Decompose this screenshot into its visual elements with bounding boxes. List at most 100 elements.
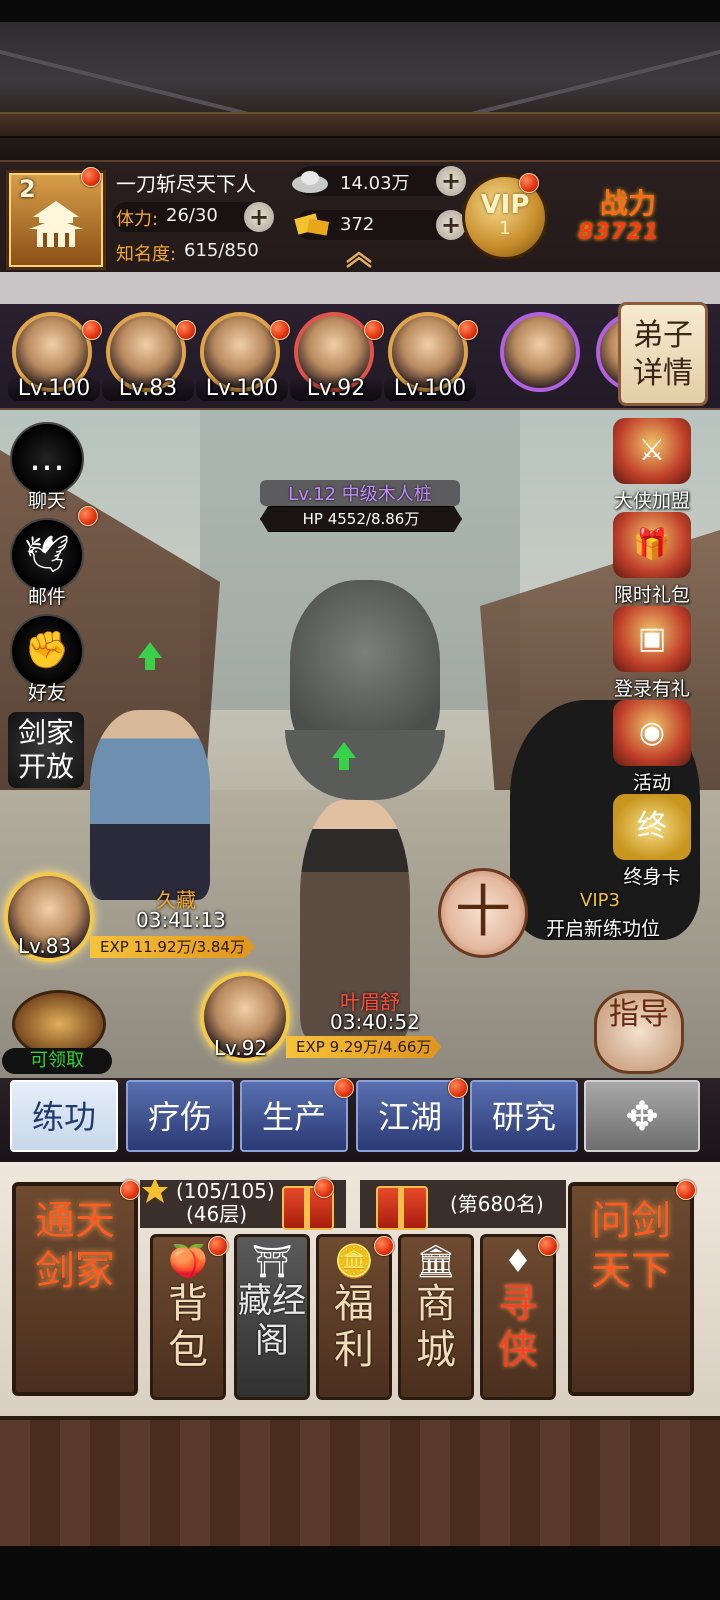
tab-more[interactable]: ✥	[584, 1080, 700, 1152]
gift-pack-icon: 🎁	[613, 512, 691, 578]
disciple-level: Lv.92	[290, 376, 382, 401]
notification-dot	[208, 1236, 228, 1256]
cultivator-level: Lv.83	[18, 934, 72, 958]
disciple-row: Lv.100 Lv.83 Lv.100 Lv.92 Lv.100	[0, 304, 720, 410]
friends-button[interactable]: ✊ 好友	[8, 614, 86, 705]
lantern-icon: ◉	[613, 700, 691, 766]
mail-button[interactable]: 🕊 邮件	[8, 518, 86, 609]
claim-reward-button[interactable]: 可领取	[2, 1048, 112, 1074]
cultivator-exp-bar: EXP 11.92万/3.84万	[90, 936, 255, 958]
chevron-up-icon[interactable]	[344, 250, 374, 268]
cultivator-timer: 03:41:13	[136, 908, 226, 932]
bottom-bar	[0, 1546, 720, 1600]
disciple-portrait	[500, 312, 580, 392]
lifetime-card-label: 终身卡	[623, 866, 681, 888]
vip-badge[interactable]: VIP 1	[462, 173, 548, 260]
welfare-button[interactable]: 🪙 福利	[316, 1234, 392, 1400]
player-name: 一刀斩尽天下人	[116, 172, 256, 196]
player-header: 2 一刀斩尽天下人 体力: 26/30 + 知名度: 615/850 14.03…	[0, 160, 720, 274]
temple-roof-decoration	[0, 0, 720, 160]
dove-mail-icon: 🕊	[10, 518, 84, 592]
notification-dot	[334, 1078, 354, 1098]
silver-plus-button[interactable]: +	[436, 166, 466, 196]
stamina-label: 体力:	[116, 209, 159, 230]
ask-sword-world-button[interactable]: 问剑天下	[568, 1182, 694, 1396]
mail-label: 邮件	[27, 586, 66, 608]
combat-power-value: 83721	[578, 220, 660, 245]
disciple-slot-2[interactable]: Lv.83	[102, 312, 196, 404]
main-tab-bar: 练功 疗伤 生产 江湖 研究 ✥	[0, 1078, 720, 1162]
divider-bar	[0, 272, 720, 304]
scripture-pavilion-button[interactable]: ⛩ 藏经阁	[234, 1234, 310, 1400]
activity-button[interactable]: ◉ 活动	[604, 700, 700, 795]
shop-icon: 🏛	[415, 1242, 457, 1280]
player-rank-badge[interactable]: 2	[6, 167, 106, 270]
chat-button[interactable]: … 聊天	[8, 422, 86, 513]
combat-power-label: 战力	[600, 187, 657, 220]
disciple-detail-button[interactable]: 弟子详情	[618, 302, 708, 406]
notification-dot	[81, 167, 101, 187]
gold-amount: 372	[340, 214, 375, 235]
lifetime-card-icon: 终	[613, 794, 691, 860]
vip-text: VIP	[480, 190, 530, 220]
tab-training[interactable]: 练功	[10, 1080, 118, 1152]
cultivator-timer: 03:40:52	[330, 1010, 420, 1034]
floor-decoration	[0, 1416, 720, 1550]
open-new-slot-text: 开启新练功位	[546, 918, 661, 940]
training-hero-1[interactable]	[90, 710, 210, 900]
fame-label: 知名度:	[116, 244, 177, 265]
gift-box-icon[interactable]	[376, 1186, 428, 1230]
notification-dot	[82, 320, 102, 340]
tongtian-sword-tomb-button[interactable]: 通天剑冢	[12, 1182, 138, 1396]
silver-amount: 14.03万	[340, 173, 410, 194]
notification-dot	[448, 1078, 468, 1098]
cultivator-level: Lv.92	[214, 1036, 268, 1060]
hero-join-button[interactable]: ⚔ 大侠加盟	[604, 418, 700, 513]
fame-value: 615/850	[184, 240, 259, 261]
stamina-plus-button[interactable]: +	[244, 202, 274, 232]
pavilion-icon: ⛩	[251, 1242, 293, 1280]
notification-dot	[374, 1236, 394, 1256]
upgrade-arrow-icon	[138, 642, 162, 670]
friends-fist-icon: ✊	[10, 614, 84, 688]
notification-dot	[458, 320, 478, 340]
shop-button[interactable]: 🏛 商城	[398, 1234, 474, 1400]
activity-label: 活动	[632, 772, 671, 794]
disciple-slot-3[interactable]: Lv.100	[196, 312, 290, 404]
notification-dot	[364, 320, 384, 340]
vip-requirement: VIP3	[580, 890, 620, 911]
login-reward-label: 登录有礼	[613, 678, 690, 700]
friends-label: 好友	[27, 682, 66, 704]
lifetime-card-button[interactable]: 终 终身卡	[604, 794, 700, 889]
enemy-hp-bar: HP 4552/8.86万	[260, 506, 462, 532]
guide-button[interactable]: 指导	[594, 990, 684, 1074]
notification-dot	[676, 1180, 696, 1200]
backpack-label: 背包	[168, 1281, 208, 1373]
disciple-level: Lv.83	[102, 376, 194, 401]
backpack-button[interactable]: 🍑 背包	[150, 1234, 226, 1400]
limited-gift-button[interactable]: 🎁 限时礼包	[604, 512, 700, 607]
gold-ingot-icon	[294, 213, 330, 236]
notification-dot	[314, 1178, 334, 1198]
tab-healing[interactable]: 疗伤	[126, 1080, 234, 1152]
silver-ingot-icon	[292, 171, 328, 193]
disciple-slot-1[interactable]: Lv.100	[8, 312, 102, 404]
star-icon	[142, 1178, 168, 1203]
hero-join-icon: ⚔	[613, 418, 691, 484]
notification-dot	[120, 1180, 140, 1200]
chat-bubble-icon: …	[10, 422, 84, 496]
disciple-slot-4[interactable]: Lv.92	[290, 312, 384, 404]
disciple-slot-6[interactable]	[496, 312, 586, 404]
sword-family-open-button[interactable]: 剑家开放	[8, 712, 84, 788]
disciple-slot-5[interactable]: Lv.100	[384, 312, 478, 404]
disciple-level: Lv.100	[384, 376, 476, 401]
tab-research[interactable]: 研究	[470, 1080, 578, 1152]
vip-level: 1	[499, 218, 511, 239]
add-training-slot-button[interactable]: 十	[438, 868, 528, 958]
scripture-pavilion-label: 藏经阁	[238, 1281, 306, 1361]
login-reward-button[interactable]: ▣ 登录有礼	[604, 606, 700, 701]
disciple-level: Lv.100	[8, 376, 100, 401]
notification-dot	[270, 320, 290, 340]
find-hero-button[interactable]: ♦ 寻侠	[480, 1234, 556, 1400]
tab-production[interactable]: 生产	[240, 1080, 348, 1152]
